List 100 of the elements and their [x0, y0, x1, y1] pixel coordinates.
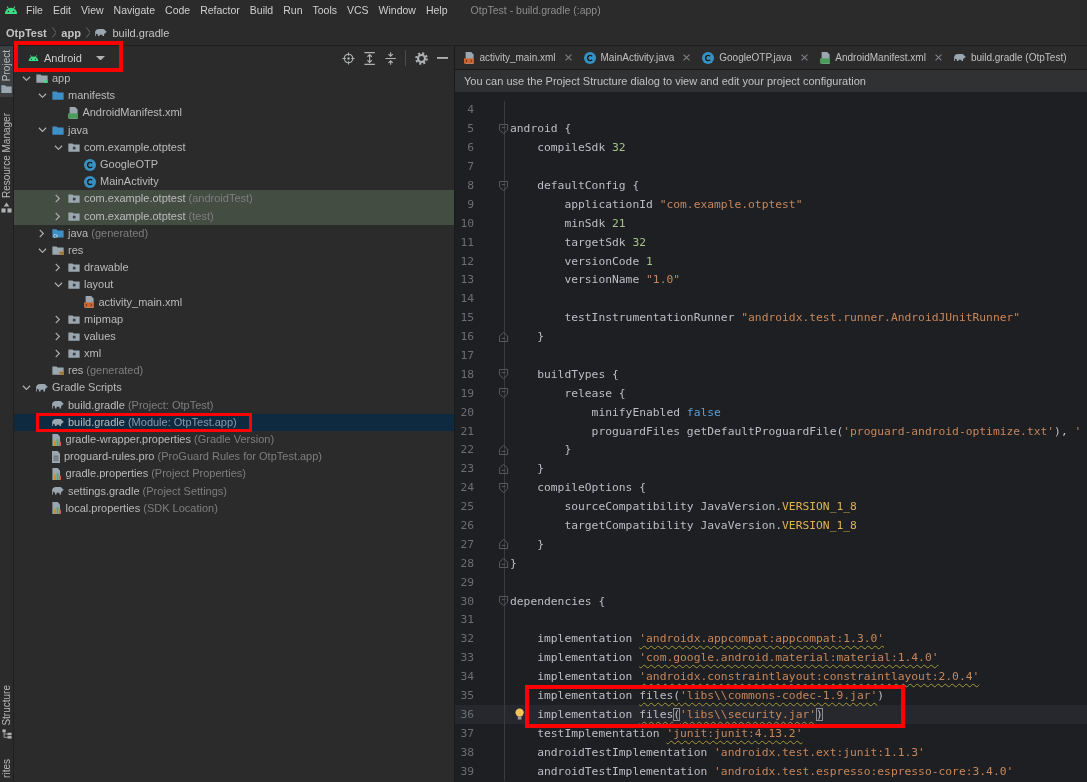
package-folder-icon — [68, 280, 80, 290]
tree-item[interactable]: Gradle Scripts — [34, 381, 125, 395]
chevron-right-icon[interactable] — [55, 194, 61, 204]
settings-icon[interactable] — [415, 51, 428, 65]
breadcrumb-item[interactable]: app — [61, 26, 81, 39]
tree-item[interactable]: java (generated) — [50, 226, 149, 240]
menu-item[interactable]: VCS — [342, 0, 374, 20]
tree-item[interactable]: layout — [66, 278, 117, 292]
tool-window-tab[interactable]: Project — [0, 46, 13, 98]
menu-item[interactable]: Run — [278, 0, 308, 20]
tree-item[interactable]: MainActivity — [82, 175, 162, 189]
fold-marker-icon[interactable] — [499, 331, 509, 342]
chevron-down-icon[interactable] — [53, 282, 63, 288]
tree-item[interactable]: mipmap — [66, 312, 127, 326]
fold-marker-icon[interactable] — [499, 369, 509, 380]
editor-tab[interactable]: build.gradle (OtpTest) — [949, 45, 1071, 70]
chevron-right-icon — [85, 27, 91, 38]
chevron-right-icon[interactable] — [55, 349, 61, 359]
breadcrumb-item[interactable]: OtpTest — [6, 26, 47, 39]
menu-item[interactable]: Navigate — [108, 0, 161, 20]
menu-item[interactable]: Window — [373, 0, 421, 20]
chevron-down-icon[interactable] — [53, 144, 63, 151]
tree-item[interactable]: local.properties (SDK Location) — [50, 501, 218, 515]
editor-tab[interactable]: AndroidManifest.xml — [815, 45, 950, 70]
editor-tab[interactable]: activity_main.xml — [460, 45, 580, 70]
tree-item[interactable]: GoogleOTP — [82, 158, 161, 172]
line-number: 20 — [460, 405, 474, 419]
menu-item[interactable]: View — [76, 0, 109, 20]
fold-marker-icon[interactable] — [499, 596, 509, 607]
chevron-right-icon[interactable] — [55, 211, 61, 221]
menu-item[interactable]: Tools — [307, 0, 342, 20]
fold-marker-icon[interactable] — [499, 180, 509, 191]
chevron-right-icon[interactable] — [55, 314, 61, 324]
editor-tab[interactable]: GoogleOTP.java — [698, 45, 816, 70]
tree-item[interactable]: xml — [66, 347, 105, 361]
tree-item[interactable]: app — [34, 72, 74, 86]
line-number: 24 — [460, 481, 474, 495]
code-line: implementation files('libs\\security.jar') — [537, 707, 823, 721]
layout-file-icon — [84, 296, 95, 309]
breadcrumb-item[interactable]: build.gradle — [95, 26, 170, 39]
tree-item[interactable]: com.example.otptest (test) — [66, 209, 214, 223]
close-icon[interactable] — [564, 54, 572, 61]
tree-item[interactable]: com.example.otptest (androidTest) — [66, 192, 253, 206]
view-dropdown[interactable]: Android — [22, 47, 111, 69]
close-icon[interactable] — [934, 54, 942, 61]
menu-item[interactable]: Build — [244, 0, 279, 20]
line-number: 28 — [460, 556, 474, 570]
tree-item[interactable]: settings.gradle (Project Settings) — [50, 484, 227, 498]
menu-item[interactable]: File — [21, 0, 48, 20]
chevron-down-icon[interactable] — [37, 93, 47, 99]
tree-item[interactable]: proguard-rules.pro (ProGuard Rules for OtpTest.app) — [50, 450, 323, 464]
tree-item[interactable]: res (generated) — [50, 364, 144, 378]
menu-item[interactable]: Code — [160, 0, 196, 20]
menu-item[interactable]: Edit — [47, 0, 76, 20]
tree-item[interactable]: java — [50, 123, 92, 137]
line-number: 9 — [467, 197, 474, 211]
tree-item[interactable]: gradle-wrapper.properties (Gradle Version) — [50, 433, 275, 447]
fold-marker-icon[interactable] — [499, 123, 509, 134]
fold-marker-icon[interactable] — [499, 558, 509, 569]
fold-marker-icon[interactable] — [499, 463, 509, 474]
fold-marker-icon[interactable] — [499, 482, 509, 493]
tree-item[interactable]: manifests — [50, 89, 119, 103]
editor-tab[interactable]: MainActivity.java — [579, 45, 699, 70]
chevron-down-icon[interactable] — [21, 385, 31, 391]
line-number: 8 — [467, 179, 474, 192]
menu-item[interactable]: Refactor — [195, 0, 245, 20]
line-number: 25 — [460, 500, 474, 514]
expand-all-icon[interactable] — [364, 51, 376, 65]
tree-item[interactable]: com.example.otptest — [66, 140, 189, 154]
fold-marker-icon[interactable] — [499, 444, 509, 455]
tree-item[interactable]: AndroidManifest.xml — [66, 106, 186, 120]
tool-window-tab[interactable]: Resource Manager — [0, 109, 13, 218]
tool-window-tab[interactable]: rites — [0, 755, 13, 782]
chevron-down-icon[interactable] — [21, 75, 31, 82]
close-icon[interactable] — [800, 54, 808, 61]
tree-item[interactable]: res — [50, 243, 87, 257]
fold-marker-icon[interactable] — [499, 388, 509, 399]
crosshair-icon[interactable] — [342, 51, 356, 65]
code-line: implementation 'androidx.appcompat:appcompat:1.3.0' — [537, 632, 885, 646]
tool-window-tab[interactable]: Structure — [0, 680, 13, 744]
chevron-right-icon[interactable] — [39, 228, 45, 238]
tree-item[interactable]: build.gradle (Project: OtpTest) — [50, 398, 214, 412]
chevron-down-icon[interactable] — [37, 247, 47, 254]
menu-item[interactable]: Help — [420, 0, 453, 20]
collapse-all-icon[interactable] — [384, 51, 396, 65]
elephant-icon — [95, 28, 108, 37]
tree-item[interactable]: activity_main.xml — [82, 295, 186, 309]
tree-item[interactable]: build.gradle (Module: OtpTest.app) — [50, 415, 237, 429]
fold-marker-icon[interactable] — [499, 539, 509, 550]
tree-item[interactable]: gradle.properties (Project Properties) — [50, 467, 246, 481]
chevron-right-icon[interactable] — [55, 331, 61, 341]
close-icon[interactable] — [683, 54, 691, 61]
chevron-down-icon[interactable] — [37, 127, 47, 133]
tree-item[interactable]: drawable — [66, 261, 132, 275]
tree-item[interactable]: values — [66, 329, 119, 343]
lightbulb-icon[interactable] — [515, 708, 525, 720]
chart-file-icon — [52, 467, 62, 480]
line-number: 26 — [460, 519, 474, 533]
chevron-right-icon[interactable] — [55, 263, 61, 273]
file-icon — [52, 450, 60, 463]
